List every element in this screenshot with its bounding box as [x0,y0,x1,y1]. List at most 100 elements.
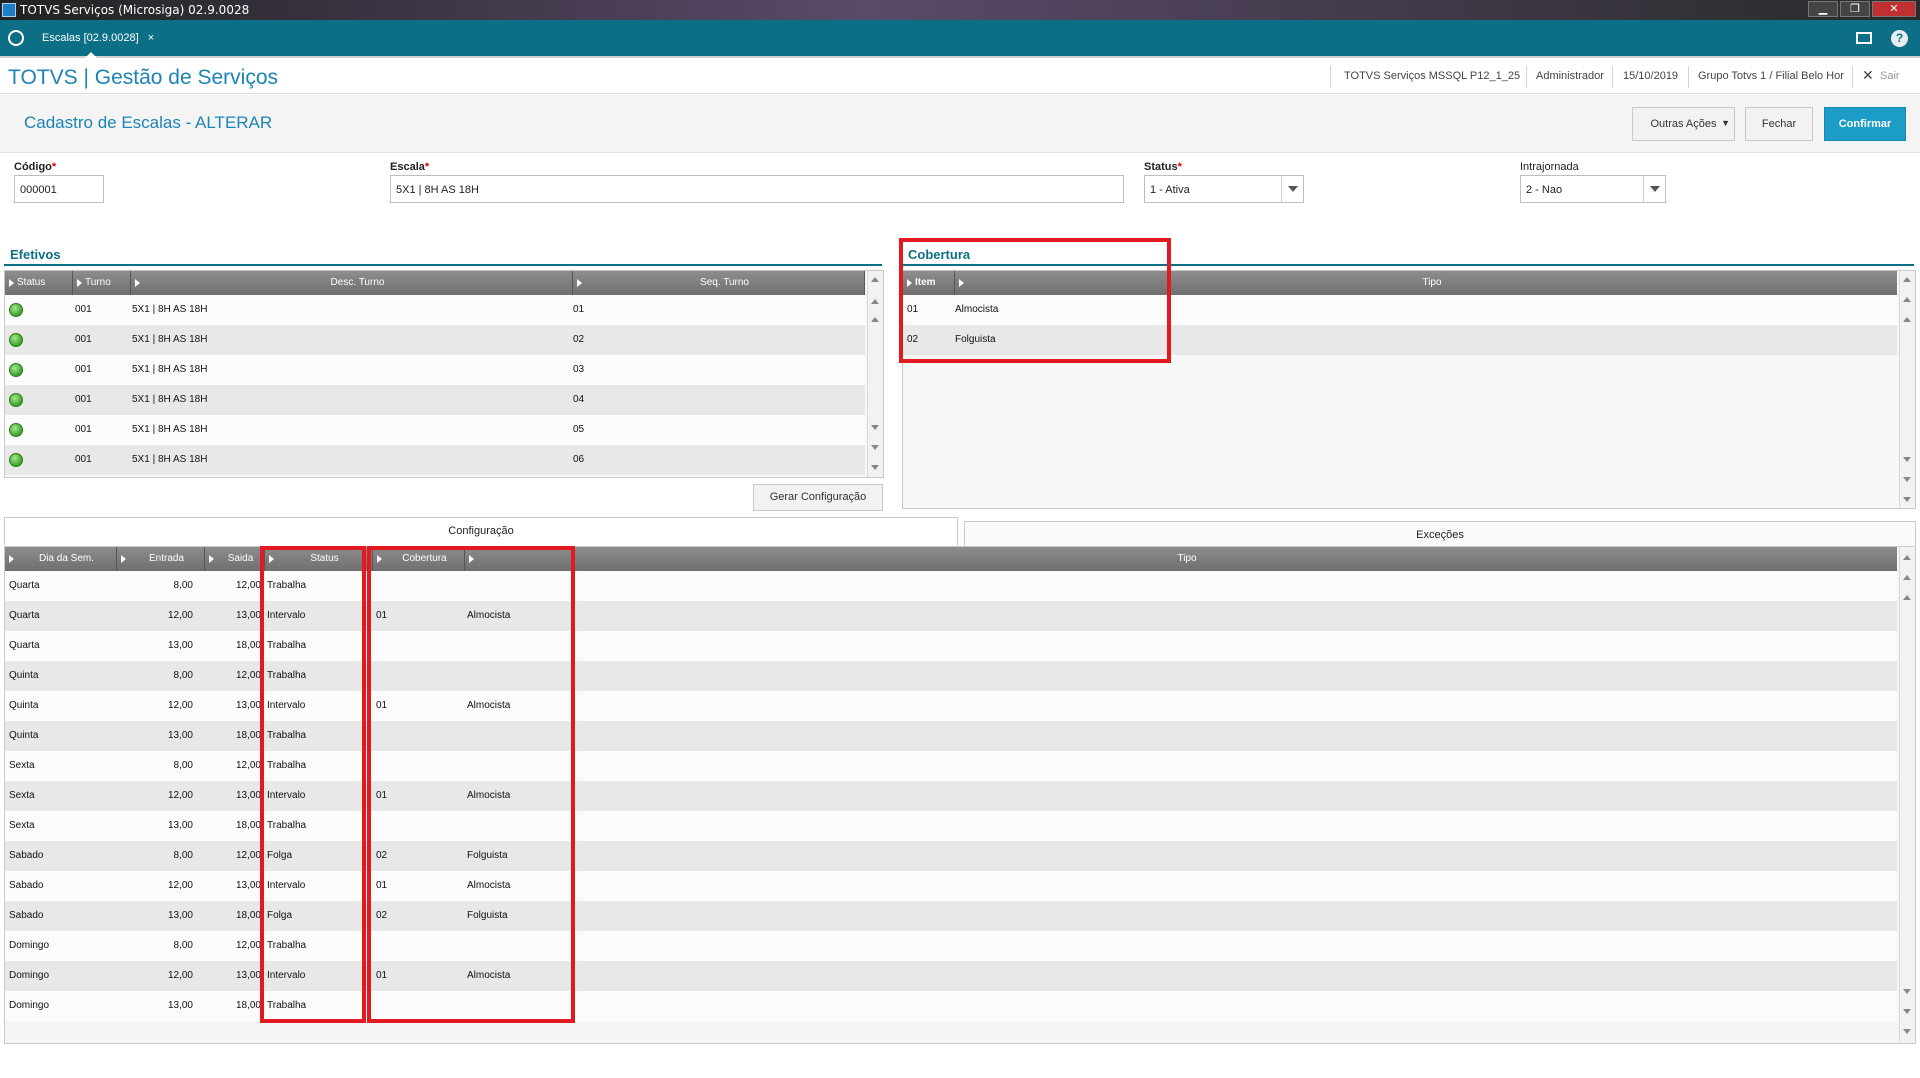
chevron-down-icon[interactable] [1281,176,1303,202]
status-active-icon [9,333,23,347]
scroll-page-up-icon[interactable] [871,299,879,304]
saida-cell: 12,00 [235,670,261,681]
dia-cell: Domingo [9,1000,50,1011]
scroll-page-down-icon[interactable] [1903,477,1911,482]
saida-cell: 18,00 [235,640,261,651]
status-active-icon [9,303,23,317]
exit-icon[interactable]: ✕ [1862,67,1874,84]
app-header: TOTVS | Gestão de Serviços TOTVS Serviço… [0,60,1920,94]
tab-close-icon[interactable]: × [148,32,154,44]
intrajornada-select[interactable]: 2 - Nao [1520,175,1666,203]
col-saida[interactable]: Saida [205,547,265,571]
table-row[interactable]: 001 5X1 | 8H AS 18H 05 [5,415,865,445]
desc-cell: 5X1 | 8H AS 18H [132,394,208,405]
home-icon[interactable] [8,30,24,46]
header-separator [1330,66,1331,88]
chevron-down-icon[interactable] [1643,176,1665,202]
close-button[interactable]: Fechar [1745,107,1813,141]
col-tipo[interactable]: Tipo [465,547,1897,571]
saida-cell: 18,00 [235,1000,261,1011]
table-row[interactable]: 001 5X1 | 8H AS 18H 01 [5,295,865,325]
table-row[interactable]: 001 5X1 | 8H AS 18H 04 [5,385,865,415]
scroll-down-icon[interactable] [871,425,879,430]
scroll-bottom-icon[interactable] [1903,1029,1911,1034]
date-label: 15/10/2019 [1623,70,1679,82]
table-row[interactable]: 001 5X1 | 8H AS 18H 02 [5,325,865,355]
entrada-cell: 8,00 [173,580,193,591]
dia-cell: Quarta [9,610,40,621]
col-seq-turno[interactable]: Seq. Turno [573,271,865,295]
dia-cell: Sabado [9,850,44,861]
status-active-icon [9,393,23,407]
user-label: Administrador [1536,70,1604,82]
dia-cell: Quarta [9,580,40,591]
other-actions-button[interactable]: Outras Ações ▼ [1632,107,1735,141]
window-titlebar: TOTVS Serviços (Microsiga) 02.9.0028 ▁ ❐… [0,0,1920,20]
efetivos-scrollbar[interactable] [867,271,883,477]
status-select[interactable]: 1 - Ativa [1144,175,1304,203]
dia-cell: Domingo [9,970,50,981]
cobertura-scrollbar[interactable] [1899,271,1915,508]
maximize-button[interactable]: ❐ [1840,1,1870,17]
scroll-up-icon[interactable] [871,277,879,282]
scroll-bottom-icon[interactable] [1903,497,1911,502]
dia-cell: Quinta [9,700,39,711]
entrada-cell: 8,00 [173,940,193,951]
scroll-page-down-icon[interactable] [871,445,879,450]
entrada-cell: 8,00 [173,850,193,861]
saida-cell: 13,00 [235,700,261,711]
gerar-configuracao-button[interactable]: Gerar Configuração [753,484,883,511]
scroll-top-icon[interactable] [1903,595,1911,600]
scroll-bottom-icon[interactable] [871,465,879,470]
scroll-down-icon[interactable] [1903,457,1911,462]
confirm-button[interactable]: Confirmar [1824,107,1906,141]
dia-cell: Domingo [9,940,50,951]
tab-configuracao[interactable]: Configuração [4,517,958,545]
saida-cell: 12,00 [235,580,261,591]
scroll-up-icon[interactable] [1903,555,1911,560]
close-window-button[interactable]: ✕ [1872,1,1916,17]
col-turno[interactable]: Turno [73,271,131,295]
efetivos-title: Efetivos [10,247,61,262]
tab-escalas[interactable]: Escalas [02.9.0028] × [32,20,168,59]
col-status[interactable]: Status [5,271,73,295]
chevron-down-icon: ▼ [1721,118,1730,128]
exit-link[interactable]: Sair [1880,70,1900,82]
status-active-icon [9,363,23,377]
highlight-box-cobertura [899,238,1171,363]
entrada-cell: 13,00 [167,730,193,741]
escala-field[interactable]: 5X1 | 8H AS 18H [390,175,1124,203]
scroll-page-down-icon[interactable] [1903,1009,1911,1014]
entrada-cell: 13,00 [167,910,193,921]
saida-cell: 13,00 [235,610,261,621]
minimize-button[interactable]: ▁ [1808,1,1838,17]
codigo-field[interactable]: 000001 [14,175,104,203]
highlight-box-cobertura-tipo [367,546,575,1023]
col-dia-semana[interactable]: Dia da Sem. [5,547,117,571]
mail-icon[interactable] [1856,32,1872,44]
table-row[interactable]: 001 5X1 | 8H AS 18H 03 [5,355,865,385]
saida-cell: 13,00 [235,880,261,891]
col-entrada[interactable]: Entrada [117,547,205,571]
scroll-down-icon[interactable] [1903,989,1911,994]
turno-cell: 001 [75,454,92,465]
entrada-cell: 8,00 [173,760,193,771]
scroll-page-up-icon[interactable] [1903,297,1911,302]
scroll-top-icon[interactable] [1903,317,1911,322]
scroll-up-icon[interactable] [1903,277,1911,282]
table-row[interactable]: 001 5X1 | 8H AS 18H 06 [5,445,865,475]
efetivos-grid: Status Turno Desc. Turno Seq. Turno 001 … [4,270,884,478]
col-desc-turno[interactable]: Desc. Turno [131,271,573,295]
help-icon[interactable]: ? [1891,30,1908,47]
intrajornada-select-value: 2 - Nao [1526,184,1563,196]
scroll-top-icon[interactable] [871,317,879,322]
tab-excecoes[interactable]: Exceções [964,521,1916,549]
configuracao-scrollbar[interactable] [1899,547,1915,1043]
dia-cell: Sexta [9,760,35,771]
scroll-page-up-icon[interactable] [1903,575,1911,580]
saida-cell: 13,00 [235,970,261,981]
desc-cell: 5X1 | 8H AS 18H [132,454,208,465]
saida-cell: 12,00 [235,760,261,771]
saida-cell: 18,00 [235,730,261,741]
form-header: Cadastro de Escalas - ALTERAR Outras Açõ… [0,95,1920,153]
